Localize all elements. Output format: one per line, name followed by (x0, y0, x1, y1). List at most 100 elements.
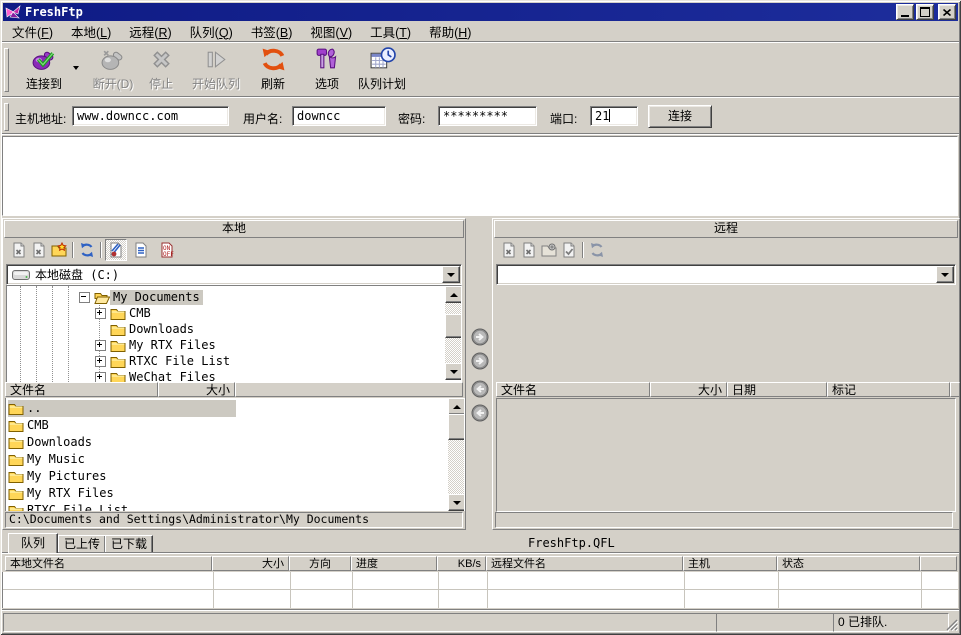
rename-icon[interactable] (559, 240, 579, 260)
file-row[interactable]: CMB (8, 417, 52, 434)
expand-icon[interactable] (95, 356, 106, 367)
expand-icon[interactable] (95, 308, 106, 319)
list-scrollbar[interactable] (448, 398, 464, 511)
tree-scrollbar[interactable] (445, 286, 461, 380)
file-row[interactable]: .. (8, 400, 44, 417)
tab-downloaded[interactable]: 已下载 (105, 535, 153, 553)
download-button[interactable] (471, 380, 489, 398)
remote-panel: 远程 文件名 大小 日期 标记 (492, 218, 960, 530)
tree-item[interactable]: My Documents (7, 289, 203, 305)
delete-file-icon[interactable] (519, 240, 539, 260)
expand-icon[interactable] (95, 340, 106, 351)
menu-file[interactable]: 文件(F) (3, 20, 62, 43)
menu-queue[interactable]: 队列(Q) (181, 20, 242, 43)
connect-to-button[interactable]: 连接到 (16, 46, 72, 92)
scroll-down-button[interactable] (445, 363, 462, 380)
column-header-name[interactable]: 文件名 (5, 382, 158, 397)
connection-bar-gripper[interactable] (4, 103, 9, 131)
column-header-size[interactable]: 大小 (650, 382, 727, 397)
queue-schedule-button[interactable]: 队列计划 (352, 46, 412, 92)
tab-uploaded[interactable]: 已上传 (58, 535, 106, 553)
column-header-speed[interactable]: KB/s (437, 556, 486, 571)
column-header-local-name[interactable]: 本地文件名 (5, 556, 212, 571)
host-input[interactable] (72, 106, 229, 126)
close-button[interactable] (938, 4, 956, 20)
menu-local[interactable]: 本地(L) (62, 20, 120, 43)
file-name: .. (24, 401, 44, 416)
remote-path-combobox[interactable] (496, 264, 956, 285)
queue-file-icon[interactable] (9, 240, 29, 260)
tree-item[interactable]: RTXC File List (7, 353, 233, 369)
password-input[interactable] (438, 106, 537, 126)
toolbar-gripper[interactable] (4, 48, 9, 92)
file-row[interactable]: My Pictures (8, 468, 109, 485)
queue-file-icon[interactable] (499, 240, 519, 260)
gridline (3, 589, 958, 590)
view-list-icon[interactable] (131, 240, 151, 260)
upload-button[interactable] (471, 328, 489, 346)
file-row[interactable]: Downloads (8, 434, 95, 451)
column-header-progress[interactable]: 进度 (351, 556, 437, 571)
folder-icon (8, 436, 24, 449)
menu-tools[interactable]: 工具(T) (361, 20, 420, 43)
menu-help[interactable]: 帮助(H) (420, 20, 480, 43)
make-folder-icon[interactable] (539, 240, 559, 260)
file-row[interactable]: My Music (8, 451, 88, 468)
gridline (921, 572, 922, 608)
status-panel-main (3, 613, 717, 632)
resize-grip[interactable] (946, 619, 958, 631)
refresh-button[interactable]: 刷新 (250, 46, 296, 92)
column-header-size[interactable]: 大小 (158, 382, 235, 397)
scrollbar-thumb[interactable] (448, 414, 465, 440)
column-header-name[interactable]: 文件名 (496, 382, 650, 397)
filter-toggle-icon[interactable] (105, 239, 127, 261)
menu-view[interactable]: 视图(V) (301, 20, 361, 43)
column-header-size[interactable]: 大小 (212, 556, 289, 571)
tree-item[interactable]: Downloads (7, 321, 197, 337)
refresh-local-icon[interactable] (77, 240, 97, 260)
local-drive-combobox[interactable]: 本地磁盘 (C:) (6, 264, 462, 285)
tab-queue[interactable]: 队列 (8, 533, 58, 553)
divider (2, 97, 959, 98)
menu-bookmarks[interactable]: 书签(B) (242, 20, 302, 43)
column-header-remote-name[interactable]: 远程文件名 (486, 556, 683, 571)
show-hidden-toggle-icon[interactable] (157, 240, 177, 260)
options-button[interactable]: 选项 (304, 46, 350, 92)
menu-remote[interactable]: 远程(R) (120, 20, 180, 43)
tree-item[interactable]: WeChat Files (7, 369, 219, 383)
tree-item[interactable]: CMB (7, 305, 154, 321)
minimize-button[interactable] (896, 4, 914, 20)
maximize-button[interactable] (916, 4, 934, 20)
upload-queue-button[interactable] (471, 352, 489, 370)
scroll-up-button[interactable] (448, 398, 465, 415)
column-header-direction[interactable]: 方向 (289, 556, 351, 571)
queue-file-label: FreshFtp.QFL (528, 536, 615, 550)
file-row[interactable]: RTXC File List (8, 502, 131, 511)
port-input[interactable] (590, 106, 638, 126)
connect-button[interactable]: 连接 (648, 105, 712, 128)
column-header-status[interactable]: 状态 (777, 556, 920, 571)
folder-icon (8, 453, 24, 466)
drive-dropdown-button[interactable] (442, 266, 460, 283)
make-folder-icon[interactable] (49, 240, 69, 260)
connect-dropdown-arrow[interactable] (73, 66, 79, 70)
drive-icon (12, 270, 30, 280)
column-header-date[interactable]: 日期 (727, 382, 827, 397)
scroll-down-button[interactable] (448, 494, 465, 511)
tree-item-label: WeChat Files (126, 370, 219, 384)
folder-icon (110, 339, 126, 352)
download-queue-button[interactable] (471, 404, 489, 422)
scroll-up-button[interactable] (445, 286, 462, 303)
expand-icon[interactable] (95, 372, 106, 383)
tree-item-label: Downloads (126, 322, 197, 337)
column-header-host[interactable]: 主机 (683, 556, 777, 571)
column-header-mark[interactable]: 标记 (827, 382, 950, 397)
tree-item[interactable]: My RTX Files (7, 337, 219, 353)
collapse-icon[interactable] (79, 292, 90, 303)
refresh-remote-icon[interactable] (587, 240, 607, 260)
delete-file-icon[interactable] (29, 240, 49, 260)
scrollbar-thumb[interactable] (445, 314, 462, 338)
username-input[interactable] (292, 106, 386, 126)
file-row[interactable]: My RTX Files (8, 485, 117, 502)
remote-path-dropdown-button[interactable] (936, 266, 954, 283)
